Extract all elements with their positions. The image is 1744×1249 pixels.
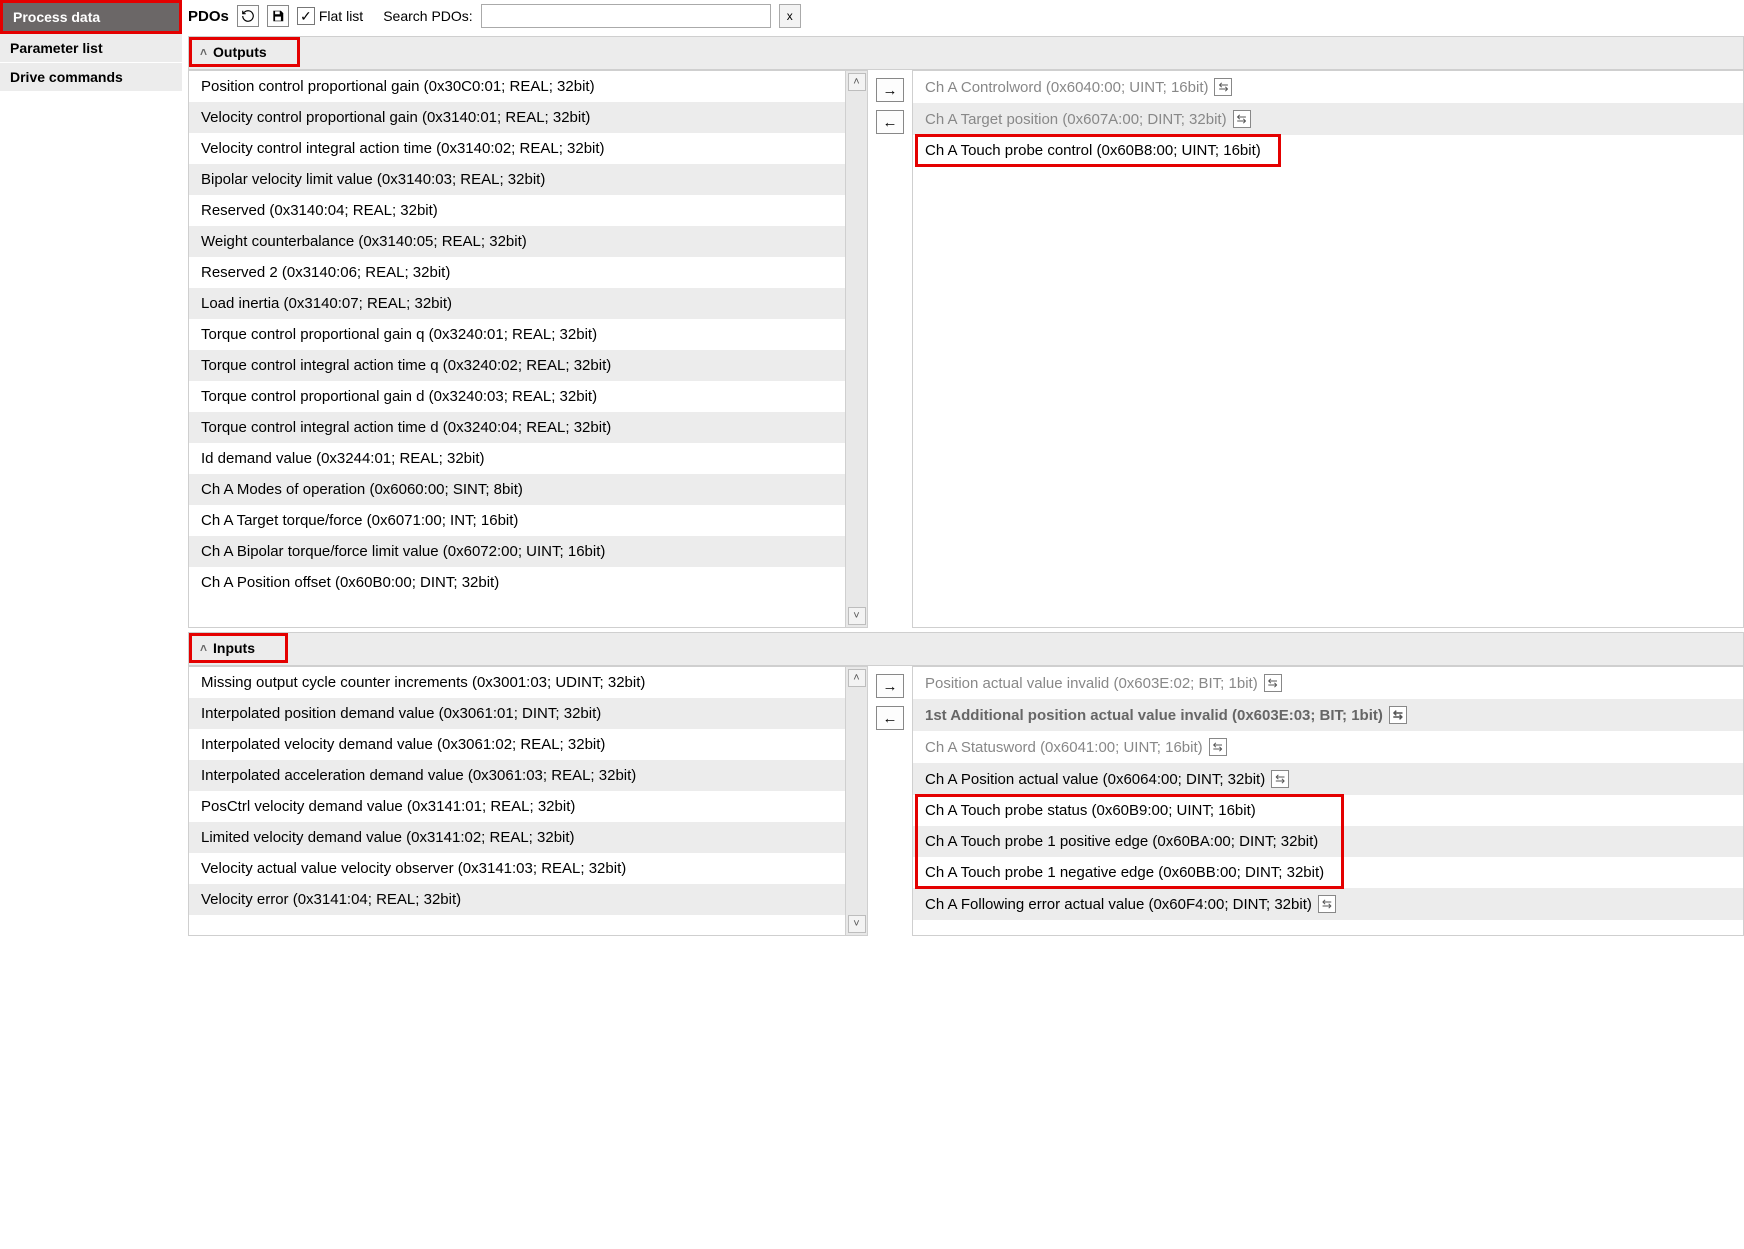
list-item[interactable]: Torque control integral action time d (0… — [189, 412, 845, 443]
list-item-label: Ch A Touch probe 1 positive edge (0x60BA… — [925, 833, 1318, 850]
list-item[interactable]: Weight counterbalance (0x3140:05; REAL; … — [189, 226, 845, 257]
list-item[interactable]: Torque control integral action time q (0… — [189, 350, 845, 381]
list-item[interactable]: Ch A Target position (0x607A:00; DINT; 3… — [913, 103, 1743, 135]
sidebar-item-process-data[interactable]: Process data — [0, 0, 182, 34]
swap-icon[interactable]: ⇆ — [1214, 78, 1232, 96]
scroll-down-icon[interactable]: ˅ — [848, 915, 866, 933]
list-item[interactable]: Position actual value invalid (0x603E:02… — [913, 667, 1743, 699]
list-item[interactable]: Torque control proportional gain d (0x32… — [189, 381, 845, 412]
sidebar-item-parameter-list[interactable]: Parameter list — [0, 34, 182, 63]
flat-list-label: Flat list — [319, 8, 363, 24]
outputs-available-list: Position control proportional gain (0x30… — [188, 70, 868, 628]
swap-icon[interactable]: ⇆ — [1318, 895, 1336, 913]
toolbar: PDOs ✓ Flat list Search PDOs: x — [188, 0, 1744, 36]
swap-icon[interactable]: ⇆ — [1209, 738, 1227, 756]
list-item[interactable]: Velocity control proportional gain (0x31… — [189, 102, 845, 133]
list-item[interactable]: Interpolated acceleration demand value (… — [189, 760, 845, 791]
list-item-label: Ch A Position actual value (0x6064:00; D… — [925, 771, 1265, 788]
list-item[interactable]: Ch A Position actual value (0x6064:00; D… — [913, 763, 1743, 795]
move-left-button[interactable]: ← — [876, 110, 904, 134]
list-item[interactable]: Reserved 2 (0x3140:06; REAL; 32bit) — [189, 257, 845, 288]
chevron-up-icon: ˄ — [200, 45, 207, 59]
refresh-icon[interactable] — [237, 5, 259, 27]
list-item[interactable]: Bipolar velocity limit value (0x3140:03;… — [189, 164, 845, 195]
outputs-move-controls: → ← — [868, 70, 912, 628]
list-item-label: Ch A Touch probe status (0x60B9:00; UINT… — [925, 802, 1256, 819]
swap-icon[interactable]: ⇆ — [1271, 770, 1289, 788]
scrollbar[interactable]: ˄ ˅ — [845, 71, 867, 627]
list-item[interactable]: Id demand value (0x3244:01; REAL; 32bit) — [189, 443, 845, 474]
scroll-up-icon[interactable]: ˄ — [848, 669, 866, 687]
swap-icon[interactable]: ⇆ — [1233, 110, 1251, 128]
inputs-section: ˄ Inputs Missing output cycle counter in… — [188, 632, 1744, 936]
list-item[interactable]: Ch A Target torque/force (0x6071:00; INT… — [189, 505, 845, 536]
list-item[interactable]: Ch A Position offset (0x60B0:00; DINT; 3… — [189, 567, 845, 598]
move-right-button[interactable]: → — [876, 674, 904, 698]
clear-search-button[interactable]: x — [779, 4, 801, 28]
outputs-header-label: Outputs — [213, 44, 267, 60]
outputs-header[interactable]: ˄ Outputs — [189, 37, 300, 67]
list-item[interactable]: Ch A Touch probe 1 negative edge (0x60BB… — [913, 857, 1743, 888]
list-item[interactable]: Velocity actual value velocity observer … — [189, 853, 845, 884]
inputs-available-list: Missing output cycle counter increments … — [188, 666, 868, 936]
list-item[interactable]: Position control proportional gain (0x30… — [189, 71, 845, 102]
list-item[interactable]: Ch A Statusword (0x6041:00; UINT; 16bit)… — [913, 731, 1743, 763]
list-item[interactable]: Missing output cycle counter increments … — [189, 667, 845, 698]
scrollbar[interactable]: ˄ ˅ — [845, 667, 867, 935]
list-item[interactable]: Velocity control integral action time (0… — [189, 133, 845, 164]
sidebar-item-drive-commands[interactable]: Drive commands — [0, 63, 182, 92]
list-item-label: Ch A Statusword (0x6041:00; UINT; 16bit) — [925, 739, 1203, 756]
search-label: Search PDOs: — [383, 8, 472, 24]
toolbar-title: PDOs — [188, 8, 229, 25]
list-item[interactable]: Ch A Touch probe control (0x60B8:00; UIN… — [913, 135, 1743, 166]
list-item[interactable]: Ch A Touch probe status (0x60B9:00; UINT… — [913, 795, 1743, 826]
list-item[interactable]: Ch A Following error actual value (0x60F… — [913, 888, 1743, 920]
list-item[interactable]: Limited velocity demand value (0x3141:02… — [189, 822, 845, 853]
inputs-header[interactable]: ˄ Inputs — [189, 633, 288, 663]
move-left-button[interactable]: ← — [876, 706, 904, 730]
list-item[interactable]: Load inertia (0x3140:07; REAL; 32bit) — [189, 288, 845, 319]
inputs-move-controls: → ← — [868, 666, 912, 936]
flat-list-checkbox[interactable]: ✓ Flat list — [297, 7, 363, 25]
chevron-up-icon: ˄ — [200, 641, 207, 655]
list-item[interactable]: Ch A Modes of operation (0x6060:00; SINT… — [189, 474, 845, 505]
search-input[interactable] — [481, 4, 771, 28]
list-item-label: Ch A Following error actual value (0x60F… — [925, 896, 1312, 913]
list-item[interactable]: Ch A Bipolar torque/force limit value (0… — [189, 536, 845, 567]
list-item[interactable]: Ch A Controlword (0x6040:00; UINT; 16bit… — [913, 71, 1743, 103]
move-right-button[interactable]: → — [876, 78, 904, 102]
checkbox-icon: ✓ — [297, 7, 315, 25]
main: PDOs ✓ Flat list Search PDOs: x ˄ Output… — [182, 0, 1744, 940]
list-item[interactable]: Velocity error (0x3141:04; REAL; 32bit) — [189, 884, 845, 915]
save-icon[interactable] — [267, 5, 289, 27]
inputs-header-label: Inputs — [213, 640, 255, 656]
list-item-label: Position actual value invalid (0x603E:02… — [925, 675, 1258, 692]
list-item[interactable]: Torque control proportional gain q (0x32… — [189, 319, 845, 350]
list-item[interactable]: Reserved (0x3140:04; REAL; 32bit) — [189, 195, 845, 226]
list-item-label: Ch A Touch probe control (0x60B8:00; UIN… — [925, 142, 1261, 159]
list-item[interactable]: 1st Additional position actual value inv… — [913, 699, 1743, 731]
list-item[interactable]: Interpolated velocity demand value (0x30… — [189, 729, 845, 760]
list-item-label: 1st Additional position actual value inv… — [925, 707, 1383, 724]
swap-icon[interactable]: ⇆ — [1264, 674, 1282, 692]
inputs-selected-list: Position actual value invalid (0x603E:02… — [912, 666, 1744, 936]
list-item-label: Ch A Target position (0x607A:00; DINT; 3… — [925, 111, 1227, 128]
list-item[interactable]: PosCtrl velocity demand value (0x3141:01… — [189, 791, 845, 822]
outputs-selected-list: Ch A Controlword (0x6040:00; UINT; 16bit… — [912, 70, 1744, 628]
list-item[interactable]: Ch A Touch probe 1 positive edge (0x60BA… — [913, 826, 1743, 857]
list-item-label: Ch A Controlword (0x6040:00; UINT; 16bit… — [925, 79, 1208, 96]
list-item[interactable]: Interpolated position demand value (0x30… — [189, 698, 845, 729]
scroll-up-icon[interactable]: ˄ — [848, 73, 866, 91]
scroll-down-icon[interactable]: ˅ — [848, 607, 866, 625]
sidebar: Process data Parameter list Drive comman… — [0, 0, 182, 940]
swap-icon[interactable]: ⇆ — [1389, 706, 1407, 724]
outputs-section: ˄ Outputs Position control proportional … — [188, 36, 1744, 628]
list-item-label: Ch A Touch probe 1 negative edge (0x60BB… — [925, 864, 1324, 881]
